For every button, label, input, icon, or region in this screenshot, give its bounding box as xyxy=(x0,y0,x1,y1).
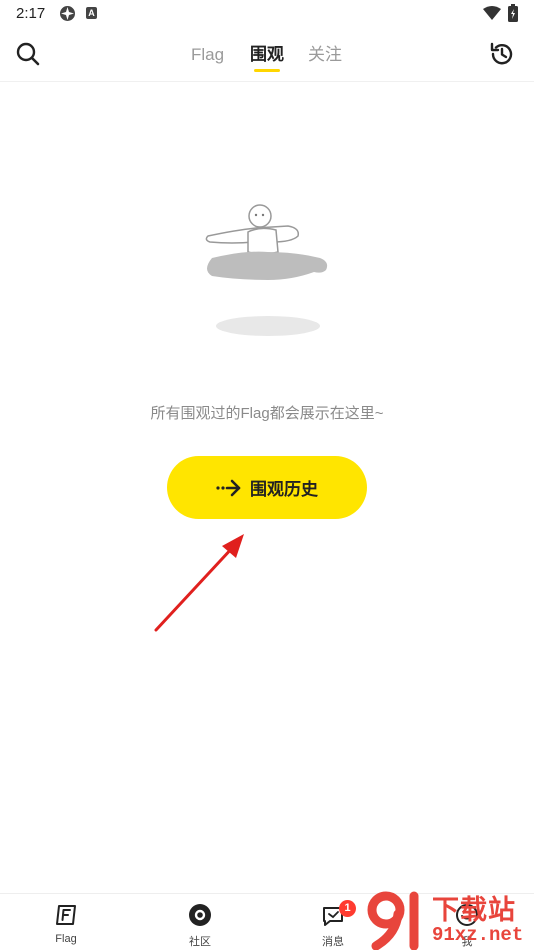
watch-history-button[interactable]: 围观历史 xyxy=(167,456,367,519)
top-nav: Flag 围观 关注 xyxy=(0,28,534,82)
tab-flag[interactable]: Flag xyxy=(191,43,224,67)
notification-a-icon: A xyxy=(86,7,97,19)
battery-icon xyxy=(508,4,518,22)
watch-history-label: 围观历史 xyxy=(250,480,318,499)
history-icon[interactable] xyxy=(488,40,516,68)
community-icon xyxy=(189,904,211,926)
bottom-nav-messages[interactable]: 1 消息 xyxy=(298,894,368,950)
annotation-arrow-icon xyxy=(154,534,244,632)
flag-icon xyxy=(56,905,76,925)
app-notification-icon xyxy=(60,6,75,21)
arrow-right-icon xyxy=(216,479,241,496)
message-count-badge: 1 xyxy=(339,900,356,917)
status-time: 2:17 xyxy=(16,5,46,22)
bottom-nav-community-label: 社区 xyxy=(189,936,211,948)
watermark-logo-icon xyxy=(367,891,419,950)
tab-watch[interactable]: 围观 xyxy=(250,43,284,67)
status-bar: 2:17 A xyxy=(0,0,534,28)
wifi-icon xyxy=(483,6,501,20)
watermark-url: 91xz.net xyxy=(432,924,524,946)
bottom-nav-community[interactable]: 社区 xyxy=(165,894,235,950)
empty-state-message: 所有围观过的Flag都会展示在这里~ xyxy=(150,405,384,422)
tab-bar: Flag 围观 关注 xyxy=(0,28,534,82)
bottom-nav-flag[interactable]: Flag xyxy=(31,894,101,950)
watermark: 下载站 91xz.net xyxy=(362,888,534,950)
bottom-nav-flag-label: Flag xyxy=(55,933,77,945)
tab-follow[interactable]: 关注 xyxy=(308,43,342,67)
watermark-title: 下载站 xyxy=(432,895,516,925)
empty-state-illustration xyxy=(205,204,328,336)
bottom-nav-messages-label: 消息 xyxy=(322,936,344,948)
active-tab-indicator xyxy=(254,69,280,72)
